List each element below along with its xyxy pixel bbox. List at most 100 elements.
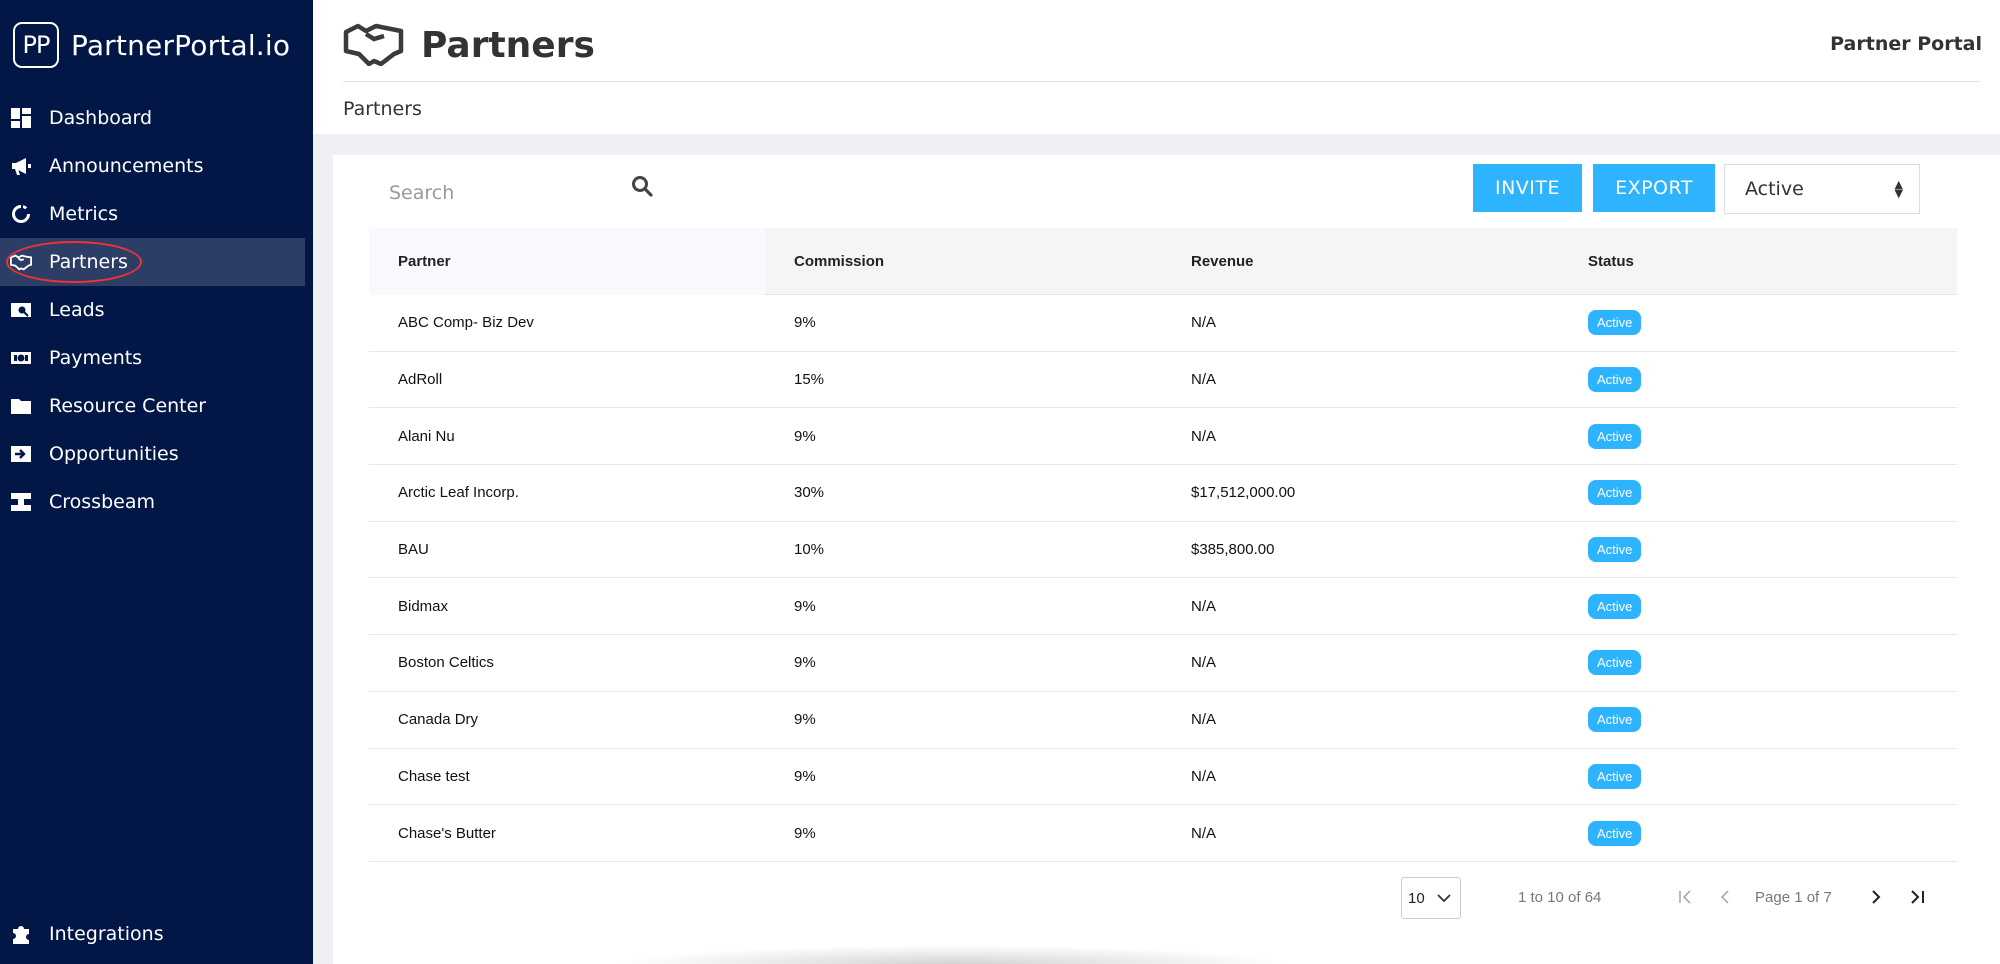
brand[interactable]: PP PartnerPortal.io [13,22,290,68]
partner-name: Boston Celtics [398,654,494,672]
dashboard-icon [10,107,32,129]
puzzle-icon [10,923,32,945]
commission-value: 9% [794,711,816,729]
shadow-decoration [613,945,1293,964]
sidebar-item-opportunities[interactable]: Opportunities [0,430,313,478]
first-page-icon[interactable] [1675,887,1695,907]
sidebar-item-label: Payments [49,347,143,369]
search-input[interactable] [369,182,619,204]
row-range-text: 1 to 10 of 64 [1518,889,1602,906]
sidebar-item-announcements[interactable]: Announcements [0,142,313,190]
sidebar: PP PartnerPortal.io Dashboard Announceme… [0,0,313,964]
status-badge: Active [1588,423,1642,449]
status-filter-select[interactable]: Active ▲ ▼ [1724,164,1920,214]
leads-icon [10,299,32,321]
column-header-partner[interactable]: Partner [369,227,765,295]
table-row[interactable]: Bidmax 9% N/A Active [369,578,1957,636]
revenue-value: N/A [1191,427,1217,445]
brand-name: PartnerPortal.io [71,28,291,62]
partners-card: INVITE EXPORT Active ▲▼ Partner Commissi… [333,155,2000,964]
commission-value: 9% [794,824,816,842]
commission-value: 10% [794,541,825,559]
pagination: 10 1 to 10 of 64 Page 1 of 7 [333,875,2000,919]
sidebar-item-dashboard[interactable]: Dashboard [0,94,313,142]
revenue-value: N/A [1191,654,1217,672]
status-badge: Active [1588,650,1642,676]
partner-name: Canada Dry [398,711,479,729]
previous-page-icon[interactable] [1715,887,1735,907]
search-icon[interactable] [631,175,657,201]
chevron-down-icon [1436,890,1452,910]
partner-name: AdRoll [398,371,443,389]
breadcrumb[interactable]: Partners [343,98,422,120]
sidebar-item-label: Resource Center [49,395,207,417]
sidebar-item-label: Metrics [49,203,118,225]
sidebar-bottom: Integrations [0,910,313,958]
partner-name: BAU [398,541,429,559]
table-row[interactable]: Chase's Butter 9% N/A Active [369,805,1957,862]
folder-icon [10,395,32,417]
sidebar-item-metrics[interactable]: Metrics [0,190,313,238]
status-badge: Active [1588,367,1642,393]
sidebar-item-label: Announcements [49,155,204,177]
table-row[interactable]: Boston Celtics 9% N/A Active [369,635,1957,692]
sidebar-item-label: Leads [49,299,105,321]
table-row[interactable]: Canada Dry 9% N/A Active [369,692,1957,749]
commission-value: 9% [794,597,816,615]
title-row: Partners [343,20,595,70]
status-badge: Active [1588,820,1642,846]
status-badge: Active [1588,537,1642,563]
app-name: Partner Portal [1830,33,1982,55]
partner-name: Arctic Leaf Incorp. [398,484,519,502]
crossbeam-icon [10,491,32,513]
status-badge: Active [1588,763,1642,789]
partner-name: Alani Nu [398,427,455,445]
sidebar-item-partners[interactable]: Partners [0,238,305,286]
sidebar-item-resource-center[interactable]: Resource Center [0,382,313,430]
next-page-icon[interactable] [1866,887,1886,907]
handshake-icon [10,251,32,273]
commission-value: 15% [794,371,825,389]
commission-value: 30% [794,484,825,502]
sidebar-nav: Dashboard Announcements Metrics Partners [0,94,313,526]
table-row[interactable]: ABC Comp- Biz Dev 9% N/A Active [369,295,1957,352]
status-badge: Active [1588,593,1642,619]
export-button[interactable]: EXPORT [1593,164,1715,212]
table-row[interactable]: Chase test 9% N/A Active [369,749,1957,806]
sidebar-item-integrations[interactable]: Integrations [0,910,313,958]
commission-value: 9% [794,427,816,445]
table-row[interactable]: Arctic Leaf Incorp. 30% $17,512,000.00 A… [369,465,1957,522]
column-header-commission[interactable]: Commission [765,253,1162,270]
revenue-value: N/A [1191,314,1217,332]
table-row[interactable]: BAU 10% $385,800.00 Active [369,522,1957,579]
sidebar-item-label: Integrations [49,923,164,945]
commission-value: 9% [794,767,816,785]
page-size-select[interactable]: 10 [1401,877,1461,919]
sidebar-item-label: Opportunities [49,443,179,465]
page-size-value: 10 [1408,889,1425,907]
revenue-value: $385,800.00 [1191,541,1275,559]
column-header-status[interactable]: Status [1559,253,1957,270]
partner-name: Chase test [398,767,470,785]
page-header: Partners Partner Portal Partners [313,0,2000,134]
column-header-revenue[interactable]: Revenue [1162,253,1559,270]
page-number-text: Page 1 of 7 [1755,889,1832,906]
brand-logo: PP [13,22,59,68]
partner-name: Bidmax [398,597,449,615]
table-row[interactable]: Alani Nu 9% N/A Active [369,408,1957,466]
revenue-value: N/A [1191,597,1217,615]
revenue-value: N/A [1191,767,1217,785]
invite-button[interactable]: INVITE [1473,164,1582,212]
handshake-icon [343,20,405,70]
commission-value: 9% [794,314,816,332]
sidebar-item-crossbeam[interactable]: Crossbeam [0,478,313,526]
revenue-value: N/A [1191,711,1217,729]
revenue-value: N/A [1191,824,1217,842]
sidebar-item-payments[interactable]: Payments [0,334,313,382]
table-row[interactable]: AdRoll 15% N/A Active [369,352,1957,409]
sidebar-item-leads[interactable]: Leads [0,286,313,334]
opportunity-icon [10,443,32,465]
last-page-icon[interactable] [1908,887,1928,907]
money-icon [10,347,32,369]
search-box [369,173,669,213]
